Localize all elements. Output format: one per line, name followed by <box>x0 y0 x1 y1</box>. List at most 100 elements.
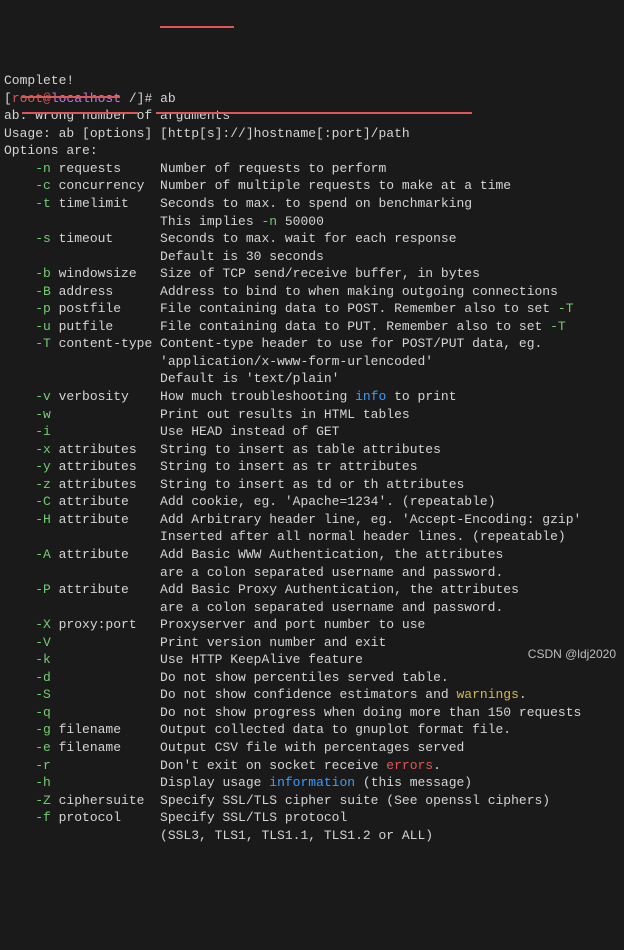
option-desc: Display usage <box>160 775 269 790</box>
option-desc: Print version number and exit <box>160 635 386 650</box>
indent <box>4 231 35 246</box>
error-text: ab: wrong number of arguments <box>4 108 230 123</box>
indent <box>4 775 35 790</box>
cont-text: 50000 <box>277 214 324 229</box>
option-line-17: -y attributes String to insert as tr att… <box>4 458 620 476</box>
indent <box>4 354 160 369</box>
option-line-18: -z attributes String to insert as td or … <box>4 476 620 494</box>
option-arg: postfile <box>51 301 160 316</box>
option-desc: File containing data to POST. Remember a… <box>160 301 558 316</box>
option-flag: -S <box>35 687 51 702</box>
option-line-13: -v verbosity How much troubleshooting in… <box>4 388 620 406</box>
option-line-12: Default is 'text/plain' <box>4 370 620 388</box>
option-desc: Specify SSL/TLS protocol <box>160 810 347 825</box>
option-desc: Don't exit on socket receive <box>160 758 386 773</box>
option-arg: requests <box>51 161 160 176</box>
option-arg: timeout <box>51 231 160 246</box>
option-line-35: -h Display usage information (this messa… <box>4 774 620 792</box>
option-desc: Size of TCP send/receive buffer, in byte… <box>160 266 480 281</box>
option-flag: -V <box>35 635 51 650</box>
options-header: Options are: <box>4 143 98 158</box>
prompt-line[interactable]: [root@localhost /]# ab <box>4 90 620 108</box>
option-flag: -e <box>35 740 51 755</box>
option-flag: -T <box>35 336 51 351</box>
option-desc: (this message) <box>355 775 472 790</box>
option-flag: -z <box>35 477 51 492</box>
option-arg: filename <box>51 740 160 755</box>
option-line-20: -H attribute Add Arbitrary header line, … <box>4 511 620 529</box>
option-desc: Seconds to max. wait for each response <box>160 231 456 246</box>
option-desc: Output CSV file with percentages served <box>160 740 464 755</box>
indent <box>4 494 35 509</box>
option-arg: content-type <box>51 336 160 351</box>
cont-text: Inserted after all normal header lines. … <box>160 529 566 544</box>
indent <box>4 371 160 386</box>
option-arg <box>51 652 160 667</box>
highlight: warnings <box>457 687 519 702</box>
option-desc: How much troubleshooting <box>160 389 355 404</box>
option-desc: Output collected data to gnuplot format … <box>160 722 511 737</box>
option-desc: String to insert as table attributes <box>160 442 441 457</box>
option-arg: windowsize <box>51 266 160 281</box>
option-arg: attribute <box>51 494 160 509</box>
indent <box>4 722 35 737</box>
option-flag: -y <box>35 459 51 474</box>
prompt-user: root@ <box>12 91 51 106</box>
option-desc: Seconds to max. to spend on benchmarking <box>160 196 472 211</box>
indent <box>4 284 35 299</box>
option-line-23: are a colon separated username and passw… <box>4 564 620 582</box>
option-line-11: 'application/x-www-form-urlencoded' <box>4 353 620 371</box>
prompt-command[interactable]: ab <box>160 91 176 106</box>
option-flag: -X <box>35 617 51 632</box>
option-line-8: -p postfile File containing data to POST… <box>4 300 620 318</box>
indent <box>4 442 35 457</box>
indent <box>4 178 35 193</box>
highlight: -T <box>558 301 574 316</box>
option-line-1: -c concurrency Number of multiple reques… <box>4 177 620 195</box>
option-line-7: -B address Address to bind to when makin… <box>4 283 620 301</box>
complete-text: Complete! <box>4 73 74 88</box>
option-line-30: -S Do not show confidence estimators and… <box>4 686 620 704</box>
cont-text: (SSL3, TLS1, TLS1.1, TLS1.2 or ALL) <box>160 828 433 843</box>
annotation-underline-2 <box>22 112 138 114</box>
indent <box>4 565 160 580</box>
option-desc: Do not show progress when doing more tha… <box>160 705 581 720</box>
option-desc: Proxyserver and port number to use <box>160 617 425 632</box>
option-line-22: -A attribute Add Basic WWW Authenticatio… <box>4 546 620 564</box>
option-flag: -p <box>35 301 51 316</box>
option-flag: -A <box>35 547 51 562</box>
option-desc: Add Basic Proxy Authentication, the attr… <box>160 582 519 597</box>
option-line-26: -X proxy:port Proxyserver and port numbe… <box>4 616 620 634</box>
option-line-32: -g filename Output collected data to gnu… <box>4 721 620 739</box>
option-arg <box>51 424 160 439</box>
indent <box>4 793 35 808</box>
option-flag: -c <box>35 178 51 193</box>
option-flag: -d <box>35 670 51 685</box>
option-flag: -t <box>35 196 51 211</box>
option-line-24: -P attribute Add Basic Proxy Authenticat… <box>4 581 620 599</box>
option-flag: -s <box>35 231 51 246</box>
cont-text: are a colon separated username and passw… <box>160 600 503 615</box>
indent <box>4 477 35 492</box>
annotation-underline-0 <box>160 26 234 28</box>
option-flag: -w <box>35 407 51 422</box>
options-header-line: Options are: <box>4 142 620 160</box>
cont-text: This implies <box>160 214 261 229</box>
option-desc: Specify SSL/TLS cipher suite (See openss… <box>160 793 550 808</box>
prompt-bracket: [ <box>4 91 12 106</box>
indent <box>4 389 35 404</box>
indent <box>4 582 35 597</box>
indent <box>4 600 160 615</box>
option-line-0: -n requests Number of requests to perfor… <box>4 160 620 178</box>
highlight: -T <box>550 319 566 334</box>
option-flag: -q <box>35 705 51 720</box>
option-arg: attributes <box>51 459 160 474</box>
usage-line: Usage: ab [options] [http[s]://]hostname… <box>4 125 620 143</box>
option-line-34: -r Don't exit on socket receive errors. <box>4 757 620 775</box>
indent <box>4 424 35 439</box>
option-desc: Content-type header to use for POST/PUT … <box>160 336 542 351</box>
option-flag: -x <box>35 442 51 457</box>
line-complete: Complete! <box>4 72 620 90</box>
option-desc: . <box>519 687 527 702</box>
option-desc: to print <box>386 389 456 404</box>
